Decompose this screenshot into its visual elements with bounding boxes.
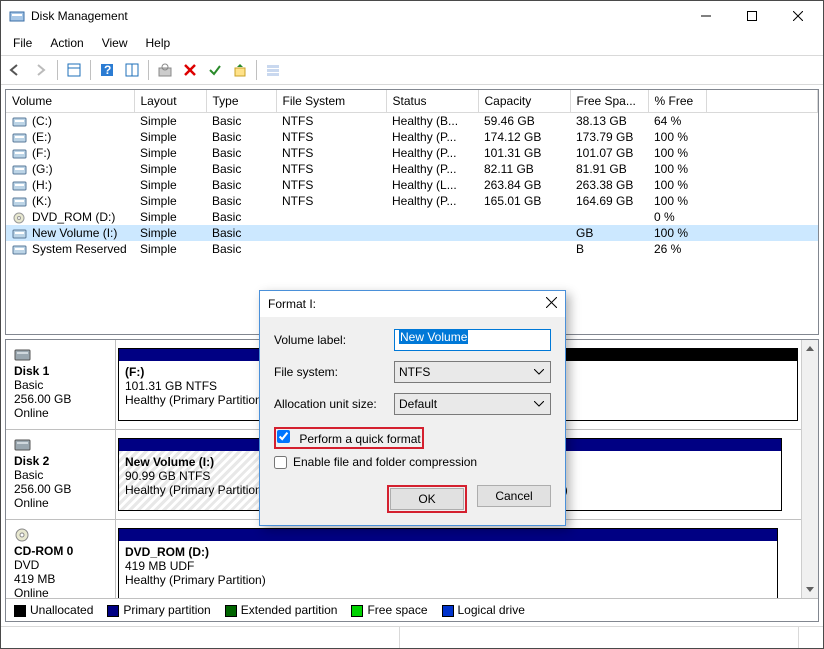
volume-row[interactable]: (C:)SimpleBasicNTFSHealthy (B...59.46 GB… — [6, 113, 818, 130]
drive-icon — [14, 348, 32, 362]
list-button[interactable] — [262, 59, 284, 81]
drive-icon — [12, 196, 28, 208]
close-button[interactable] — [775, 1, 821, 31]
compression-label: Enable file and folder compression — [293, 455, 477, 469]
app-icon — [9, 8, 25, 24]
minimize-button[interactable] — [683, 1, 729, 31]
volume-row[interactable]: (G:)SimpleBasicNTFSHealthy (P...82.11 GB… — [6, 161, 818, 177]
drive-icon — [12, 148, 28, 160]
legend-extended: Extended partition — [241, 603, 338, 617]
drive-icon — [12, 132, 28, 144]
volume-label-label: Volume label: — [274, 333, 394, 347]
file-system-select[interactable]: NTFS — [394, 361, 551, 383]
ok-button[interactable]: OK — [390, 488, 464, 510]
legend-logical: Logical drive — [458, 603, 525, 617]
col-volume[interactable]: Volume — [6, 90, 134, 113]
col-layout[interactable]: Layout — [134, 90, 206, 113]
legend: Unallocated Primary partition Extended p… — [6, 598, 818, 621]
maximize-button[interactable] — [729, 1, 775, 31]
file-system-label: File system: — [274, 365, 394, 379]
drive-icon — [12, 164, 28, 176]
col-status[interactable]: Status — [386, 90, 478, 113]
svg-text:?: ? — [104, 63, 111, 77]
statusbar — [1, 626, 823, 648]
dialog-close-button[interactable] — [546, 297, 557, 311]
volume-row[interactable]: (H:)SimpleBasicNTFSHealthy (L...263.84 G… — [6, 177, 818, 193]
disk-row: CD-ROM 0DVD419 MBOnlineDVD_ROM (D:)419 M… — [6, 520, 801, 598]
volume-row[interactable]: (K:)SimpleBasicNTFSHealthy (P...165.01 G… — [6, 193, 818, 209]
check-button[interactable] — [204, 59, 226, 81]
up-button[interactable] — [229, 59, 251, 81]
drive-icon — [12, 180, 28, 192]
window-title: Disk Management — [31, 9, 683, 23]
menu-action[interactable]: Action — [42, 33, 91, 53]
forward-button[interactable] — [30, 59, 52, 81]
scroll-up-icon[interactable] — [802, 340, 818, 357]
delete-button[interactable] — [179, 59, 201, 81]
volume-row[interactable]: (F:)SimpleBasicNTFSHealthy (P...101.31 G… — [6, 145, 818, 161]
dialog-title: Format I: — [268, 297, 546, 311]
scroll-down-icon[interactable] — [802, 581, 818, 598]
format-dialog: Format I: Volume label: New Volume File … — [259, 290, 566, 526]
layout-button[interactable] — [121, 59, 143, 81]
col-capacity[interactable]: Capacity — [478, 90, 570, 113]
drive-icon — [12, 244, 28, 256]
scrollbar[interactable] — [801, 340, 818, 598]
volume-row[interactable]: DVD_ROM (D:)SimpleBasic0 % — [6, 209, 818, 225]
quick-format-label: Perform a quick format — [299, 432, 420, 446]
drive-icon — [12, 228, 28, 240]
volume-row[interactable]: System ReservedSimpleBasicB26 % — [6, 241, 818, 257]
view-button[interactable] — [63, 59, 85, 81]
cancel-button[interactable]: Cancel — [477, 485, 551, 507]
alloc-size-select[interactable]: Default — [394, 393, 551, 415]
volume-row[interactable]: (E:)SimpleBasicNTFSHealthy (P...174.12 G… — [6, 129, 818, 145]
menu-file[interactable]: File — [5, 33, 40, 53]
menu-help[interactable]: Help — [138, 33, 179, 53]
legend-primary: Primary partition — [123, 603, 210, 617]
settings-button[interactable] — [154, 59, 176, 81]
legend-free: Free space — [367, 603, 427, 617]
volume-label-input[interactable]: New Volume — [394, 329, 551, 351]
col-fs[interactable]: File System — [276, 90, 386, 113]
disc-icon — [14, 528, 32, 542]
volume-row[interactable]: New Volume (I:)SimpleBasicGB100 % — [6, 225, 818, 241]
toolbar: ? — [1, 56, 823, 85]
menubar: File Action View Help — [1, 31, 823, 56]
drive-icon — [12, 116, 28, 128]
disc-icon — [12, 212, 28, 224]
compression-checkbox[interactable] — [274, 456, 287, 469]
alloc-size-label: Allocation unit size: — [274, 397, 394, 411]
col-type[interactable]: Type — [206, 90, 276, 113]
col-free[interactable]: Free Spa... — [570, 90, 648, 113]
drive-icon — [14, 438, 32, 452]
legend-unallocated: Unallocated — [30, 603, 93, 617]
titlebar: Disk Management — [1, 1, 823, 31]
col-pct[interactable]: % Free — [648, 90, 706, 113]
quick-format-checkbox[interactable] — [277, 430, 290, 443]
back-button[interactable] — [5, 59, 27, 81]
partition[interactable]: DVD_ROM (D:)419 MB UDFHealthy (Primary P… — [118, 528, 778, 598]
help-button[interactable]: ? — [96, 59, 118, 81]
menu-view[interactable]: View — [94, 33, 136, 53]
